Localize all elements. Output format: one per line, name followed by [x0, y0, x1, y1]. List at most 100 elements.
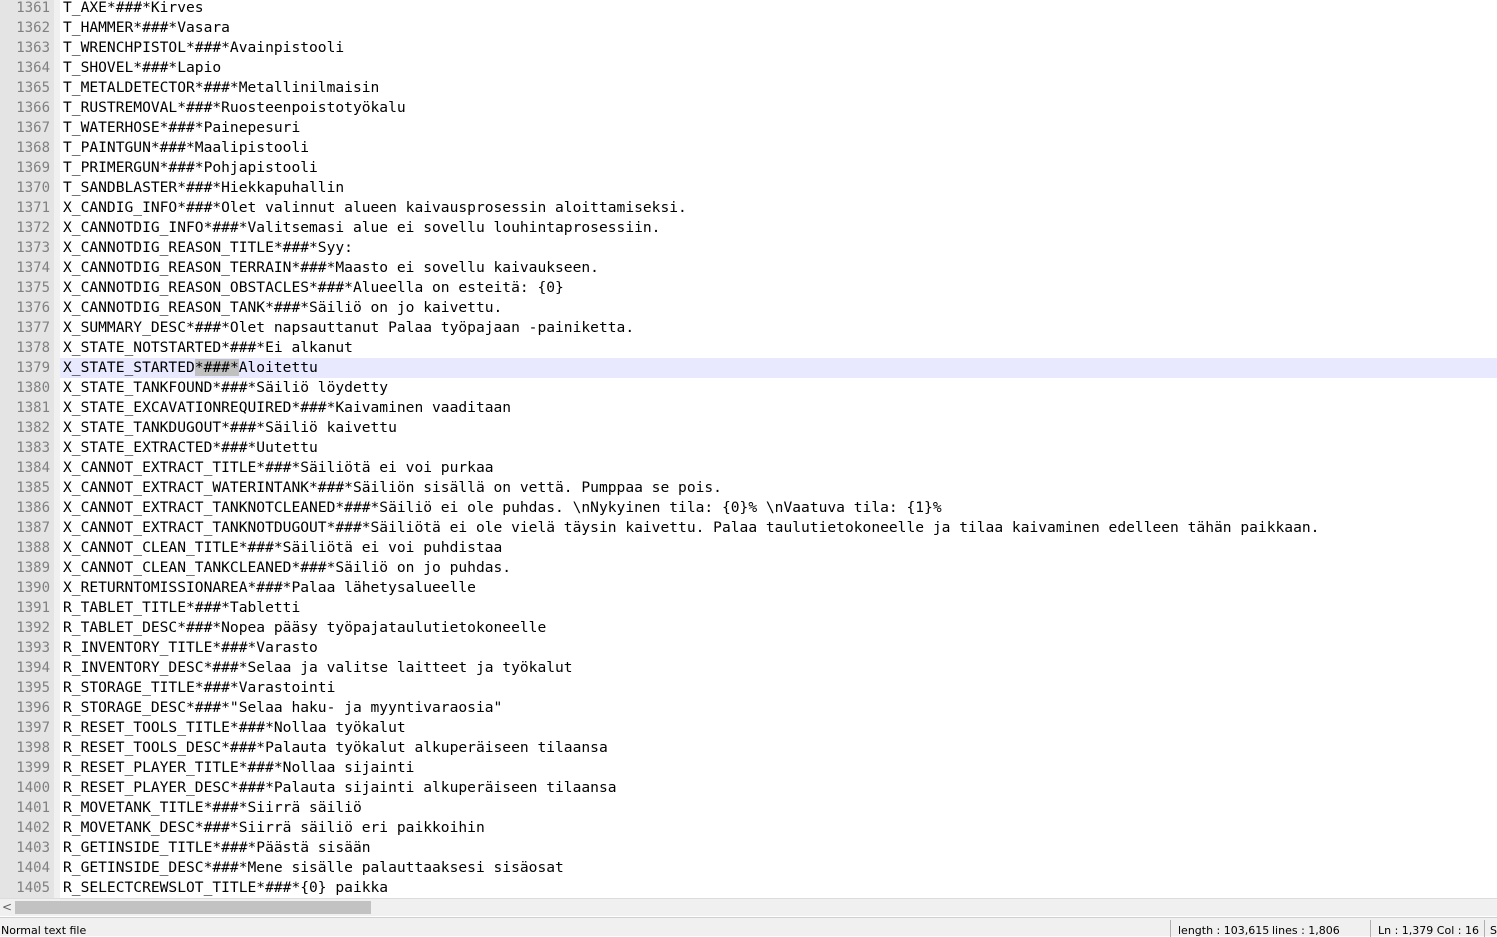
line-text[interactable]: X_CANNOTDIG_REASON_TERRAIN*###*Maasto ei…: [63, 258, 599, 278]
line-text[interactable]: R_RESET_PLAYER_DESC*###*Palauta sijainti…: [63, 778, 617, 798]
line-text[interactable]: X_CANNOTDIG_REASON_TANK*###*Säiliö on jo…: [63, 298, 502, 318]
code-line[interactable]: 1367 T_WATERHOSE*###*Painepesuri: [0, 118, 1497, 138]
code-line[interactable]: 1362 T_HAMMER*###*Vasara: [0, 18, 1497, 38]
code-line[interactable]: 1402 R_MOVETANK_DESC*###*Siirrä säiliö er…: [0, 818, 1497, 838]
line-text[interactable]: X_CANNOTDIG_INFO*###*Valitsemasi alue ei…: [63, 218, 660, 238]
code-line[interactable]: 1385 X_CANNOT_EXTRACT_WATERINTANK*###*Säi…: [0, 478, 1497, 498]
line-text[interactable]: X_STATE_EXCAVATIONREQUIRED*###*Kaivamine…: [63, 398, 511, 418]
code-line[interactable]: 1398 R_RESET_TOOLS_DESC*###*Palauta työka…: [0, 738, 1497, 758]
line-text[interactable]: X_SUMMARY_DESC*###*Olet napsauttanut Pal…: [63, 318, 634, 338]
code-line[interactable]: 1382 X_STATE_TANKDUGOUT*###*Säiliö kaivet…: [0, 418, 1497, 438]
code-line[interactable]: 1372 X_CANNOTDIG_INFO*###*Valitsemasi alu…: [0, 218, 1497, 238]
line-text[interactable]: R_RESET_PLAYER_TITLE*###*Nollaa sijainti: [63, 758, 414, 778]
line-text[interactable]: T_PRIMERGUN*###*Pohjapistooli: [63, 158, 318, 178]
line-text[interactable]: R_GETINSIDE_TITLE*###*Päästä sisään: [63, 838, 371, 858]
fold-margin: [54, 38, 60, 58]
line-text[interactable]: R_TABLET_DESC*###*Nopea pääsy työpajatau…: [63, 618, 546, 638]
code-line[interactable]: 1390 X_RETURNTOMISSIONAREA*###*Palaa lähe…: [0, 578, 1497, 598]
code-line[interactable]: 1383 X_STATE_EXTRACTED*###*Uutettu: [0, 438, 1497, 458]
code-line[interactable]: 1404 R_GETINSIDE_DESC*###*Mene sisälle pa…: [0, 858, 1497, 878]
code-line[interactable]: 1364 T_SHOVEL*###*Lapio: [0, 58, 1497, 78]
line-text[interactable]: X_CANDIG_INFO*###*Olet valinnut alueen k…: [63, 198, 687, 218]
code-line[interactable]: 1374 X_CANNOTDIG_REASON_TERRAIN*###*Maast…: [0, 258, 1497, 278]
chevron-left-icon[interactable]: <: [2, 900, 12, 914]
code-line[interactable]: 1387 X_CANNOT_EXTRACT_TANKNOTDUGOUT*###*S…: [0, 518, 1497, 538]
line-text[interactable]: X_CANNOT_CLEAN_TANKCLEANED*###*Säiliö on…: [63, 558, 511, 578]
line-number: 1362: [0, 18, 54, 38]
code-line[interactable]: 1405 R_SELECTCREWSLOT_TITLE*###*{0} paikk…: [0, 878, 1497, 898]
code-line[interactable]: 1384 X_CANNOT_EXTRACT_TITLE*###*Säiliötä …: [0, 458, 1497, 478]
line-text[interactable]: X_CANNOT_EXTRACT_WATERINTANK*###*Säiliön…: [63, 478, 722, 498]
code-line[interactable]: 1401 R_MOVETANK_TITLE*###*Siirrä säiliö: [0, 798, 1497, 818]
line-text[interactable]: X_STATE_TANKDUGOUT*###*Säiliö kaivettu: [63, 418, 397, 438]
code-line[interactable]: 1388 X_CANNOT_CLEAN_TITLE*###*Säiliötä ei…: [0, 538, 1497, 558]
line-text[interactable]: T_WATERHOSE*###*Painepesuri: [63, 118, 300, 138]
fold-margin: [54, 58, 60, 78]
line-number: 1384: [0, 458, 54, 478]
code-line[interactable]: 1369 T_PRIMERGUN*###*Pohjapistooli: [0, 158, 1497, 178]
line-text[interactable]: T_METALDETECTOR*###*Metallinilmaisin: [63, 78, 379, 98]
line-text[interactable]: R_INVENTORY_DESC*###*Selaa ja valitse la…: [63, 658, 573, 678]
line-text[interactable]: X_STATE_TANKFOUND*###*Säiliö löydetty: [63, 378, 388, 398]
code-line[interactable]: 1363 T_WRENCHPISTOL*###*Avainpistooli: [0, 38, 1497, 58]
horizontal-scrollbar[interactable]: <: [0, 898, 1497, 916]
code-line[interactable]: 1370 T_SANDBLASTER*###*Hiekkapuhallin: [0, 178, 1497, 198]
code-line[interactable]: 1366 T_RUSTREMOVAL*###*Ruosteenpoistotyök…: [0, 98, 1497, 118]
line-text[interactable]: X_STATE_EXTRACTED*###*Uutettu: [63, 438, 318, 458]
line-text[interactable]: T_SANDBLASTER*###*Hiekkapuhallin: [63, 178, 344, 198]
line-text[interactable]: X_CANNOT_EXTRACT_TANKNOTCLEANED*###*Säil…: [63, 498, 942, 518]
code-line[interactable]: 1397 R_RESET_TOOLS_TITLE*###*Nollaa työka…: [0, 718, 1497, 738]
code-line[interactable]: 1394 R_INVENTORY_DESC*###*Selaa ja valits…: [0, 658, 1497, 678]
code-line[interactable]: 1361 T_AXE*###*Kirves: [0, 0, 1497, 18]
line-text[interactable]: R_RESET_TOOLS_TITLE*###*Nollaa työkalut: [63, 718, 406, 738]
line-text[interactable]: T_PAINTGUN*###*Maalipistooli: [63, 138, 309, 158]
code-line[interactable]: 1389 X_CANNOT_CLEAN_TANKCLEANED*###*Säili…: [0, 558, 1497, 578]
line-text[interactable]: R_STORAGE_TITLE*###*Varastointi: [63, 678, 335, 698]
code-line[interactable]: 1393 R_INVENTORY_TITLE*###*Varasto: [0, 638, 1497, 658]
line-text[interactable]: X_STATE_NOTSTARTED*###*Ei alkanut: [63, 338, 353, 358]
scrollbar-thumb[interactable]: [15, 901, 371, 914]
line-text[interactable]: X_CANNOT_EXTRACT_TITLE*###*Säiliötä ei v…: [63, 458, 494, 478]
code-line[interactable]: 1392 R_TABLET_DESC*###*Nopea pääsy työpaj…: [0, 618, 1497, 638]
line-text[interactable]: X_CANNOTDIG_REASON_TITLE*###*Syy:: [63, 238, 353, 258]
line-number: 1373: [0, 238, 54, 258]
line-text[interactable]: R_RESET_TOOLS_DESC*###*Palauta työkalut …: [63, 738, 608, 758]
line-text[interactable]: X_CANNOT_EXTRACT_TANKNOTDUGOUT*###*Säili…: [63, 518, 1319, 538]
code-line[interactable]: 1378 X_STATE_NOTSTARTED*###*Ei alkanut: [0, 338, 1497, 358]
code-line[interactable]: 1403 R_GETINSIDE_TITLE*###*Päästä sisään: [0, 838, 1497, 858]
code-line[interactable]: 1365 T_METALDETECTOR*###*Metallinilmaisin: [0, 78, 1497, 98]
line-text[interactable]: X_CANNOTDIG_REASON_OBSTACLES*###*Alueell…: [63, 278, 564, 298]
code-line[interactable]: 1391 R_TABLET_TITLE*###*Tabletti: [0, 598, 1497, 618]
line-text[interactable]: R_MOVETANK_DESC*###*Siirrä säiliö eri pa…: [63, 818, 485, 838]
code-line[interactable]: 1379 X_STATE_STARTED*###*Aloitettu: [0, 358, 1497, 378]
code-line[interactable]: 1386 X_CANNOT_EXTRACT_TANKNOTCLEANED*###*…: [0, 498, 1497, 518]
code-line[interactable]: 1371 X_CANDIG_INFO*###*Olet valinnut alue…: [0, 198, 1497, 218]
code-line[interactable]: 1396 R_STORAGE_DESC*###*"Selaa haku- ja m…: [0, 698, 1497, 718]
line-text[interactable]: R_INVENTORY_TITLE*###*Varasto: [63, 638, 318, 658]
line-text[interactable]: T_HAMMER*###*Vasara: [63, 18, 230, 38]
line-text[interactable]: R_MOVETANK_TITLE*###*Siirrä säiliö: [63, 798, 362, 818]
line-text[interactable]: X_RETURNTOMISSIONAREA*###*Palaa lähetysa…: [63, 578, 476, 598]
line-text[interactable]: T_AXE*###*Kirves: [63, 0, 204, 18]
line-text[interactable]: T_SHOVEL*###*Lapio: [63, 58, 221, 78]
line-text[interactable]: R_STORAGE_DESC*###*"Selaa haku- ja myynt…: [63, 698, 502, 718]
code-line[interactable]: 1375 X_CANNOTDIG_REASON_OBSTACLES*###*Alu…: [0, 278, 1497, 298]
code-line[interactable]: 1399 R_RESET_PLAYER_TITLE*###*Nollaa sija…: [0, 758, 1497, 778]
line-text[interactable]: X_STATE_STARTED*###*Aloitettu: [63, 358, 318, 378]
line-text[interactable]: R_SELECTCREWSLOT_TITLE*###*{0} paikka: [63, 878, 388, 898]
fold-margin: [54, 718, 60, 738]
code-line[interactable]: 1377 X_SUMMARY_DESC*###*Olet napsauttanut…: [0, 318, 1497, 338]
editor-text-area[interactable]: 1361 T_AXE*###*Kirves 1362 T_HAMMER*###*Vas…: [0, 0, 1497, 898]
code-line[interactable]: 1380 X_STATE_TANKFOUND*###*Säiliö löydett…: [0, 378, 1497, 398]
line-text[interactable]: X_CANNOT_CLEAN_TITLE*###*Säiliötä ei voi…: [63, 538, 502, 558]
code-line[interactable]: 1368 T_PAINTGUN*###*Maalipistooli: [0, 138, 1497, 158]
code-line[interactable]: 1381 X_STATE_EXCAVATIONREQUIRED*###*Kaiva…: [0, 398, 1497, 418]
code-line[interactable]: 1395 R_STORAGE_TITLE*###*Varastointi: [0, 678, 1497, 698]
line-text[interactable]: R_TABLET_TITLE*###*Tabletti: [63, 598, 300, 618]
code-line[interactable]: 1373 X_CANNOTDIG_REASON_TITLE*###*Syy:: [0, 238, 1497, 258]
line-text[interactable]: R_GETINSIDE_DESC*###*Mene sisälle palaut…: [63, 858, 564, 878]
code-line[interactable]: 1376 X_CANNOTDIG_REASON_TANK*###*Säiliö o…: [0, 298, 1497, 318]
line-text[interactable]: T_WRENCHPISTOL*###*Avainpistooli: [63, 38, 344, 58]
line-text[interactable]: T_RUSTREMOVAL*###*Ruosteenpoistotyökalu: [63, 98, 406, 118]
code-line[interactable]: 1400 R_RESET_PLAYER_DESC*###*Palauta sija…: [0, 778, 1497, 798]
